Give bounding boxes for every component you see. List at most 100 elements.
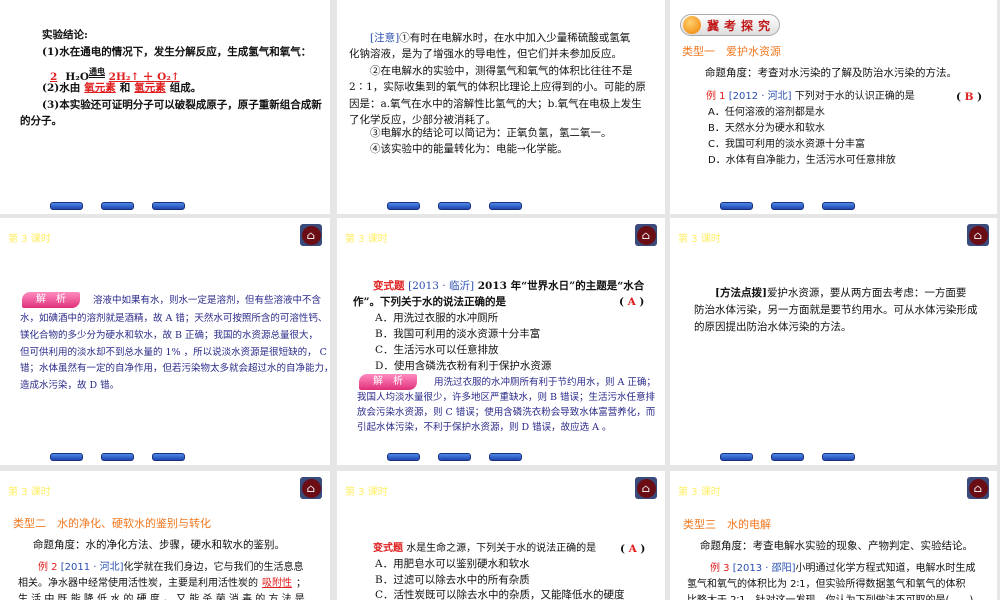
analysis-line: 溶液中如果有水，则水一定是溶剂，但有些溶液中不含 (93, 295, 322, 306)
answer: ( A ) (619, 296, 645, 308)
type-heading: 类型一 爱护水资源 (682, 45, 781, 58)
question-line: 比略大于 2∶1，针对这一发现，你认为下列做法不可取的是( ) (687, 592, 973, 600)
analysis-tag: 解 析 (22, 292, 80, 308)
option: B．天然水分为硬水和软水 (708, 123, 825, 134)
question: 例 2 [2011 · 河北]化学就在我们身边，它与我们的生活息息 (38, 562, 304, 573)
nav-button[interactable] (489, 453, 522, 461)
condition: 通电 (88, 66, 105, 76)
home-button[interactable]: ⌂ (967, 477, 989, 499)
text-line: [方法点拨]爱护水资源，要从两方面去考虑：一方面要 (715, 287, 967, 299)
nav-button[interactable] (720, 453, 753, 461)
blank-element-2: 氢元素 (134, 82, 166, 94)
option: C．生活污水可以任意排放 (375, 344, 499, 356)
text-line: 防治水体污染，另一方面就是要节约用水。可从水体污染形成 (694, 304, 978, 316)
nav-button[interactable] (152, 453, 185, 461)
option: C．活性炭既可以除去水中的杂质，又能降低水的硬度 (375, 589, 625, 600)
question-line: 作”。下列关于水的说法正确的是 (353, 296, 507, 308)
text-line: 的原因提出防治水体污染的方法。 (694, 321, 852, 333)
answer-blank: 吸附性 (262, 578, 292, 589)
option: A．用肥皂水可以鉴别硬水和软水 (375, 558, 530, 570)
slide-9[interactable]: 第 3 课时 ⌂ 类型三 水的电解 命题角度：考查电解水实验的现象、产物判定、实… (670, 471, 997, 600)
heading: 实验结论: (42, 29, 88, 41)
text-line: 的分子。 (20, 115, 62, 127)
home-button[interactable]: ⌂ (635, 477, 657, 499)
text-line: 因是：a.氧气在水中的溶解性比氢气的大；b.氧气在电极上发生 (349, 98, 642, 110)
lesson-label: 第 3 课时 (678, 234, 721, 245)
analysis-line: 引起水体污染，不利于保护水资源，则 D 错误，故应选 A 。 (357, 422, 612, 433)
text-line: ③电解水的结论可以简记为：正氧负氢，氢二氧一。 (370, 127, 612, 139)
nav-bar (720, 453, 855, 461)
question: 例 3 [2013 · 邵阳]小明通过化学方程式知道，电解水时生成 (710, 563, 976, 574)
home-button[interactable]: ⌂ (300, 224, 322, 246)
blank-element-1: 氧元素 (84, 82, 116, 94)
nav-button[interactable] (438, 202, 471, 210)
text-line: (3)本实验还可证明分子可以破裂成原子，原子重新组合成新 (42, 99, 322, 111)
nav-button[interactable] (101, 453, 134, 461)
text-line: 2∶1，实际收集到的氧气的体积比理论上应得到的小。可能的原 (349, 81, 646, 93)
nav-button[interactable] (822, 453, 855, 461)
type-heading: 类型三 水的电解 (683, 518, 771, 531)
option: D．水体有自净能力，生活污水可任意排放 (708, 155, 896, 166)
home-button[interactable]: ⌂ (635, 224, 657, 246)
slide-2[interactable]: [注意]①有时在电解水时，在水中加入少量稀硫酸或氢氧 化钠溶液，是为了增强水的导… (337, 0, 665, 214)
nav-button[interactable] (771, 202, 804, 210)
nav-button[interactable] (387, 453, 420, 461)
home-icon: ⌂ (968, 225, 988, 245)
lesson-label: 第 3 课时 (678, 487, 721, 498)
home-button[interactable]: ⌂ (300, 477, 322, 499)
nav-button[interactable] (50, 453, 83, 461)
type-heading: 类型二 水的净化、硬软水的鉴别与转化 (13, 517, 211, 530)
home-icon: ⌂ (968, 478, 988, 498)
orange-dot-icon (683, 16, 701, 34)
nav-button[interactable] (489, 202, 522, 210)
question-line: 相关。净水器中经常使用活性炭，主要是利用活性炭的 吸附性； (18, 578, 306, 589)
nav-bar (50, 202, 185, 210)
home-button[interactable]: ⌂ (967, 224, 989, 246)
question: 变式题 水是生命之源，下列关于水的说法正确的是 (373, 543, 597, 554)
nav-button[interactable] (822, 202, 855, 210)
text-line: (2)水由 氧元素和氢元素 组成。 (42, 82, 202, 94)
option: C．我国可利用的淡水资源十分丰富 (708, 139, 865, 150)
question: 例 1 [2012 · 河北] 下列对于水的认识正确的是 (706, 91, 915, 102)
nav-button[interactable] (152, 202, 185, 210)
nav-button[interactable] (101, 202, 134, 210)
text-line: (1)水在通电的情况下，发生分解反应，生成氢气和氧气： (42, 46, 312, 58)
slide-6[interactable]: 第 3 课时 ⌂ [方法点拨]爱护水资源，要从两方面去考虑：一方面要 防治水体污… (670, 218, 997, 465)
slide-4[interactable]: 第 3 课时 ⌂ 解 析 溶液中如果有水，则水一定是溶剂，但有些溶液中不含 水，… (0, 218, 330, 465)
angle-text: 命题角度：考查电解水实验的现象、产物判定、实验结论。 (700, 540, 973, 552)
answer: ( A ) (620, 543, 646, 555)
slide-5[interactable]: 第 3 课时 ⌂ 变式题 [2013 · 临沂] 2013 年“世界水日”的主题… (337, 218, 665, 465)
nav-button[interactable] (720, 202, 753, 210)
lesson-label: 第 3 课时 (345, 234, 388, 245)
home-icon: ⌂ (636, 478, 656, 498)
text-line: ④该实验中的能量转化为：电能→化学能。 (370, 143, 568, 155)
slide-1[interactable]: 实验结论: (1)水在通电的情况下，发生分解反应，生成氢气和氧气： 2 H₂O通电… (0, 0, 330, 214)
option: B．我国可利用的淡水资源十分丰富 (375, 328, 541, 340)
home-icon: ⌂ (301, 225, 321, 245)
nav-button[interactable] (50, 202, 83, 210)
lesson-label: 第 3 课时 (345, 487, 388, 498)
lesson-label: 第 3 课时 (8, 234, 51, 245)
question: 变式题 [2013 · 临沂] 2013 年“世界水日”的主题是“水合 (373, 280, 645, 292)
slide-7[interactable]: 第 3 课时 ⌂ 类型二 水的净化、硬软水的鉴别与转化 命题角度：水的净化方法、… (0, 471, 330, 600)
text-line: [注意]①有时在电解水时，在水中加入少量稀硫酸或氢氧 (370, 32, 631, 44)
nav-bar (50, 453, 185, 461)
question-line: 氢气和氧气的体积比为 2∶1，但实验所得数据氢气和氧气的体积 (687, 579, 966, 590)
slide-3[interactable]: 冀考探究 类型一 爱护水资源 命题角度：考查对水污染的了解及防治水污染的方法。 … (670, 0, 997, 214)
angle-text: 命题角度：考查对水污染的了解及防治水污染的方法。 (705, 67, 957, 79)
slide-8[interactable]: 第 3 课时 ⌂ 变式题 水是生命之源，下列关于水的说法正确的是 ( A ) A… (337, 471, 665, 600)
option: A．用洗过衣服的水冲厕所 (375, 312, 499, 324)
answer: ( B ) (956, 91, 983, 103)
text-line: 化钠溶液，是为了增强水的导电性，但它们并未参加反应。 (349, 48, 622, 60)
question-line: 生 活 中 既 能 降 低 水 的 硬 度 ， 又 能 杀 菌 消 毒 的 方 … (18, 594, 305, 600)
section-badge: 冀考探究 (680, 14, 780, 36)
lesson-label: 第 3 课时 (8, 487, 51, 498)
nav-button[interactable] (387, 202, 420, 210)
option: A．任何溶液的溶剂都是水 (708, 107, 825, 118)
nav-bar (720, 202, 855, 210)
nav-bar (387, 453, 522, 461)
home-icon: ⌂ (636, 225, 656, 245)
nav-button[interactable] (771, 453, 804, 461)
home-icon: ⌂ (301, 478, 321, 498)
nav-button[interactable] (438, 453, 471, 461)
